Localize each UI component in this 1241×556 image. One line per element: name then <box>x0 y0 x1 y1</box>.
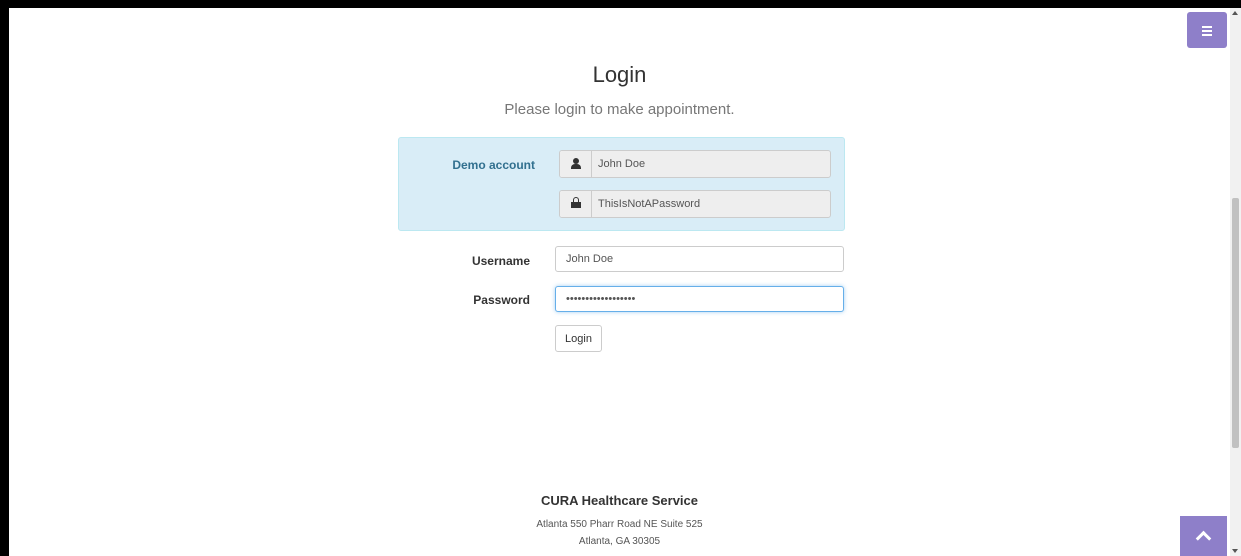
login-button[interactable]: Login <box>555 325 602 352</box>
password-label: Password <box>473 293 530 307</box>
scroll-up-arrow-icon[interactable] <box>1232 11 1238 15</box>
demo-account-panel: Demo account <box>398 137 845 231</box>
chevron-up-icon <box>1195 530 1212 547</box>
scroll-to-top-button[interactable] <box>1180 516 1227 556</box>
footer-address-line2: Atlanta, GA 30305 <box>578 536 661 547</box>
demo-account-label: Demo account <box>452 158 535 172</box>
page-viewport: Login Please login to make appointment. … <box>9 8 1230 556</box>
lock-icon <box>571 197 581 209</box>
page-title: Login <box>592 62 647 87</box>
demo-username-addon <box>560 151 592 177</box>
demo-password-field[interactable] <box>592 191 822 217</box>
page-subtitle: Please login to make appointment. <box>504 101 735 118</box>
user-icon <box>571 158 581 169</box>
demo-username-field[interactable] <box>592 151 822 177</box>
menu-toggle-button[interactable] <box>1187 12 1227 48</box>
username-input[interactable] <box>555 246 844 272</box>
footer-address-line1: Atlanta 550 Pharr Road NE Suite 525 <box>536 519 703 530</box>
username-label: Username <box>471 254 530 268</box>
scroll-down-arrow-icon[interactable] <box>1232 549 1238 553</box>
demo-username-group <box>559 150 831 178</box>
demo-password-addon <box>560 191 592 217</box>
password-input[interactable] <box>555 286 844 312</box>
scrollbar-thumb[interactable] <box>1232 198 1239 448</box>
footer-title: CURA Healthcare Service <box>540 493 699 508</box>
menu-icon <box>1202 26 1212 38</box>
page-scrollbar[interactable] <box>1230 8 1241 556</box>
demo-password-group <box>559 190 831 218</box>
